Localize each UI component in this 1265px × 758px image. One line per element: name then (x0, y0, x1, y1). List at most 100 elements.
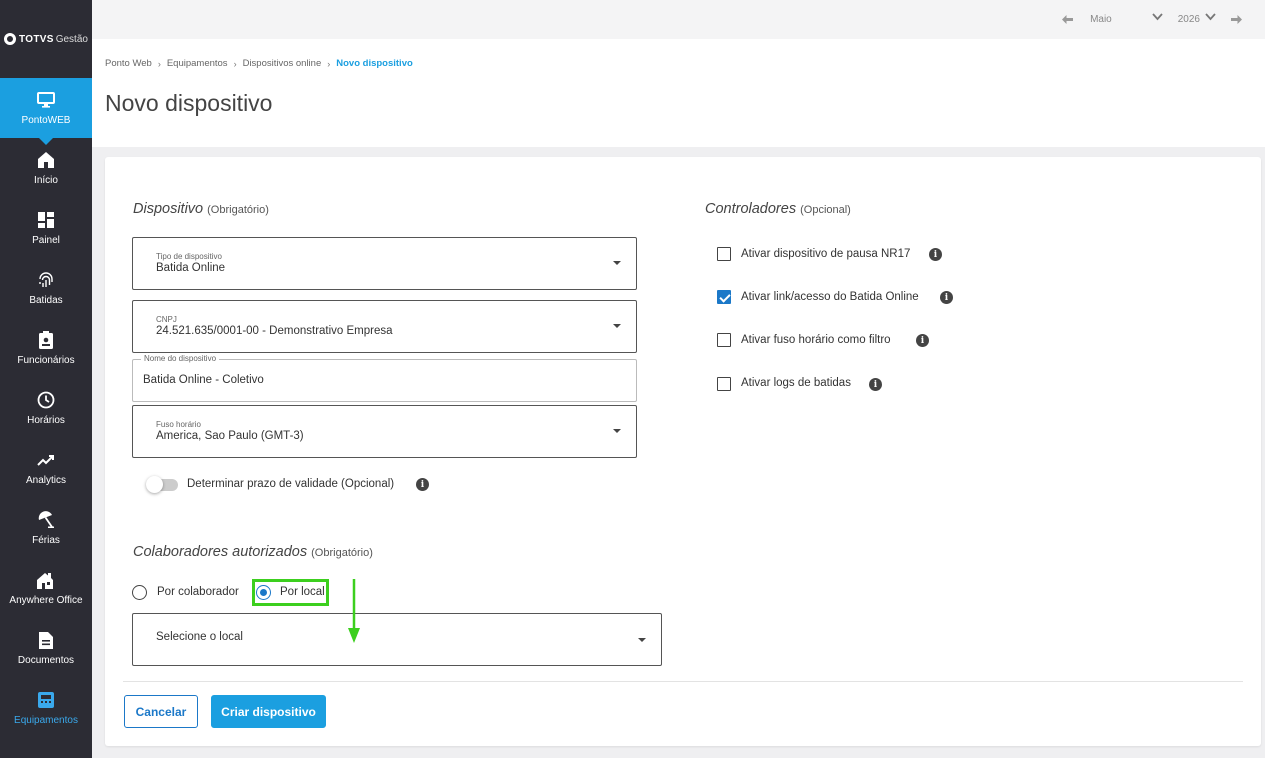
breadcrumb-item-current: Novo dispositivo (336, 58, 413, 69)
badge-icon (36, 330, 56, 350)
device-section-title: Dispositivo (Obrigatório) (133, 201, 269, 217)
page-title: Novo dispositivo (105, 90, 273, 116)
checkbox-link-batida-online-label[interactable]: Ativar link/acesso do Batida Online (741, 291, 919, 303)
controllers-section-title: Controladores (Opcional) (705, 201, 851, 217)
collaborators-section-qualifier: (Obrigatório) (311, 547, 373, 559)
info-icon[interactable]: i (916, 334, 929, 347)
device-section-qualifier: (Obrigatório) (207, 204, 269, 216)
collaborators-section-title-text: Colaboradores autorizados (133, 544, 308, 560)
timezone-select[interactable]: Fuso horário America, Sao Paulo (GMT-3) (132, 405, 637, 458)
dropdown-caret-icon (613, 429, 621, 433)
monitor-icon (36, 90, 56, 110)
sidebar-item-equipamentos[interactable]: Equipamentos (0, 678, 92, 738)
month-select[interactable]: Maio (1090, 13, 1164, 25)
sidebar-item-label: Painel (32, 235, 60, 246)
sidebar-item-label: Analytics (25, 475, 66, 486)
info-icon[interactable]: i (929, 248, 942, 261)
breadcrumb-item-equipamentos[interactable]: Equipamentos (167, 58, 228, 69)
logo-product: Gestão (55, 33, 88, 45)
equipment-icon (36, 690, 56, 710)
device-type-select[interactable]: Tipo de dispositivo Batida Online (132, 237, 637, 290)
next-month-arrow-icon[interactable] (1229, 12, 1243, 26)
totvs-logo-icon (4, 33, 17, 45)
timezone-label: Fuso horário (156, 420, 201, 429)
sidebar-item-analytics[interactable]: Analytics (0, 438, 92, 498)
radio-por-colaborador-label[interactable]: Por colaborador (157, 586, 239, 598)
radio-por-local-label[interactable]: Por local (280, 586, 325, 598)
sidebar-item-label: Início (34, 175, 58, 186)
breadcrumb-separator-icon: › (157, 58, 161, 69)
checkbox-fuso-filtro-label[interactable]: Ativar fuso horário como filtro (741, 334, 891, 346)
beach-umbrella-icon (36, 510, 56, 530)
dropdown-caret-icon (613, 261, 621, 265)
dropdown-caret-icon (613, 324, 621, 328)
info-icon[interactable]: i (869, 378, 882, 391)
checkbox-logs-batidas[interactable] (717, 377, 731, 391)
trend-icon (36, 450, 56, 470)
chevron-down-icon (1152, 13, 1164, 25)
checkbox-pausa-nr17[interactable] (717, 247, 731, 261)
annotation-arrow-icon (348, 579, 360, 643)
validity-toggle-label: Determinar prazo de validade (Opcional) (187, 478, 395, 490)
cnpj-label: CNPJ (156, 315, 177, 324)
checkbox-link-batida-online[interactable] (717, 290, 731, 304)
totvs-logo[interactable]: TOTVS Gestão (0, 0, 92, 78)
clock-icon (36, 390, 56, 410)
controllers-section-title-text: Controladores (705, 201, 797, 217)
document-icon (36, 630, 56, 650)
sidebar-item-label: Férias (32, 535, 60, 546)
location-select[interactable]: Selecione o local (132, 613, 662, 666)
sidebar-item-painel[interactable]: Painel (0, 198, 92, 258)
logo-brand: TOTVS (19, 33, 54, 45)
location-placeholder: Selecione o local (156, 631, 243, 643)
cnpj-select[interactable]: CNPJ 24.521.635/0001-00 - Demonstrativo … (132, 300, 637, 353)
sidebar-item-funcionarios[interactable]: Funcionários (0, 318, 92, 378)
sidebar-item-ferias[interactable]: Férias (0, 498, 92, 558)
cancel-button[interactable]: Cancelar (124, 695, 198, 728)
page-header: Ponto Web › Equipamentos › Dispositivos … (92, 39, 1265, 147)
home-icon (36, 150, 56, 170)
sidebar-item-horarios[interactable]: Horários (0, 378, 92, 438)
cnpj-value: 24.521.635/0001-00 - Demonstrativo Empre… (156, 325, 393, 337)
controllers-section-qualifier: (Opcional) (800, 204, 851, 216)
sidebar-item-label: PontoWEB (21, 115, 71, 126)
sidebar-item-anywhere-office[interactable]: Anywhere Office (0, 558, 92, 618)
sidebar-item-inicio[interactable]: Início (0, 138, 92, 198)
device-name-value[interactable]: Batida Online - Coletivo (143, 374, 264, 386)
sidebar-item-label: Equipamentos (14, 715, 78, 726)
sidebar-item-pontoweb[interactable]: PontoWEB (0, 78, 92, 145)
sidebar-item-label: Funcionários (17, 355, 75, 366)
period-selector: Maio 2026 (1060, 12, 1243, 26)
breadcrumb-separator-icon: › (327, 58, 331, 69)
device-name-field[interactable]: Nome do dispositivo Batida Online - Cole… (132, 354, 637, 402)
sidebar-item-label: Horários (27, 415, 65, 426)
chevron-down-icon (1205, 13, 1217, 25)
sidebar-item-batidas[interactable]: Batidas (0, 258, 92, 318)
breadcrumb-item-ponto-web[interactable]: Ponto Web (105, 58, 152, 69)
device-type-label: Tipo de dispositivo (156, 252, 222, 261)
fingerprint-icon (36, 270, 56, 290)
dashboard-icon (36, 210, 56, 230)
month-value: Maio (1090, 13, 1112, 25)
year-select[interactable]: 2026 (1178, 13, 1217, 25)
checkbox-pausa-nr17-label[interactable]: Ativar dispositivo de pausa NR17 (741, 248, 910, 260)
info-icon[interactable]: i (416, 478, 429, 491)
collaborators-section-title: Colaboradores autorizados (Obrigatório) (133, 544, 373, 560)
year-value: 2026 (1177, 13, 1200, 25)
previous-month-arrow-icon[interactable] (1060, 12, 1074, 26)
breadcrumb-item-dispositivos-online[interactable]: Dispositivos online (243, 58, 322, 69)
breadcrumb-separator-icon: › (233, 58, 237, 69)
validity-toggle[interactable] (146, 476, 178, 493)
sidebar-item-label: Documentos (17, 655, 75, 666)
checkbox-fuso-filtro[interactable] (717, 333, 731, 347)
device-name-label: Nome do dispositivo (141, 354, 220, 363)
create-device-button[interactable]: Criar dispositivo (211, 695, 326, 728)
info-icon[interactable]: i (940, 291, 953, 304)
form-card: Dispositivo (Obrigatório) Tipo de dispos… (105, 157, 1261, 746)
breadcrumb: Ponto Web › Equipamentos › Dispositivos … (105, 58, 413, 69)
sidebar-item-documentos[interactable]: Documentos (0, 618, 92, 678)
radio-por-local[interactable] (256, 585, 271, 600)
checkbox-logs-batidas-label[interactable]: Ativar logs de batidas (741, 377, 851, 389)
sidebar-item-label: Batidas (29, 295, 63, 306)
radio-por-colaborador[interactable] (132, 585, 147, 600)
